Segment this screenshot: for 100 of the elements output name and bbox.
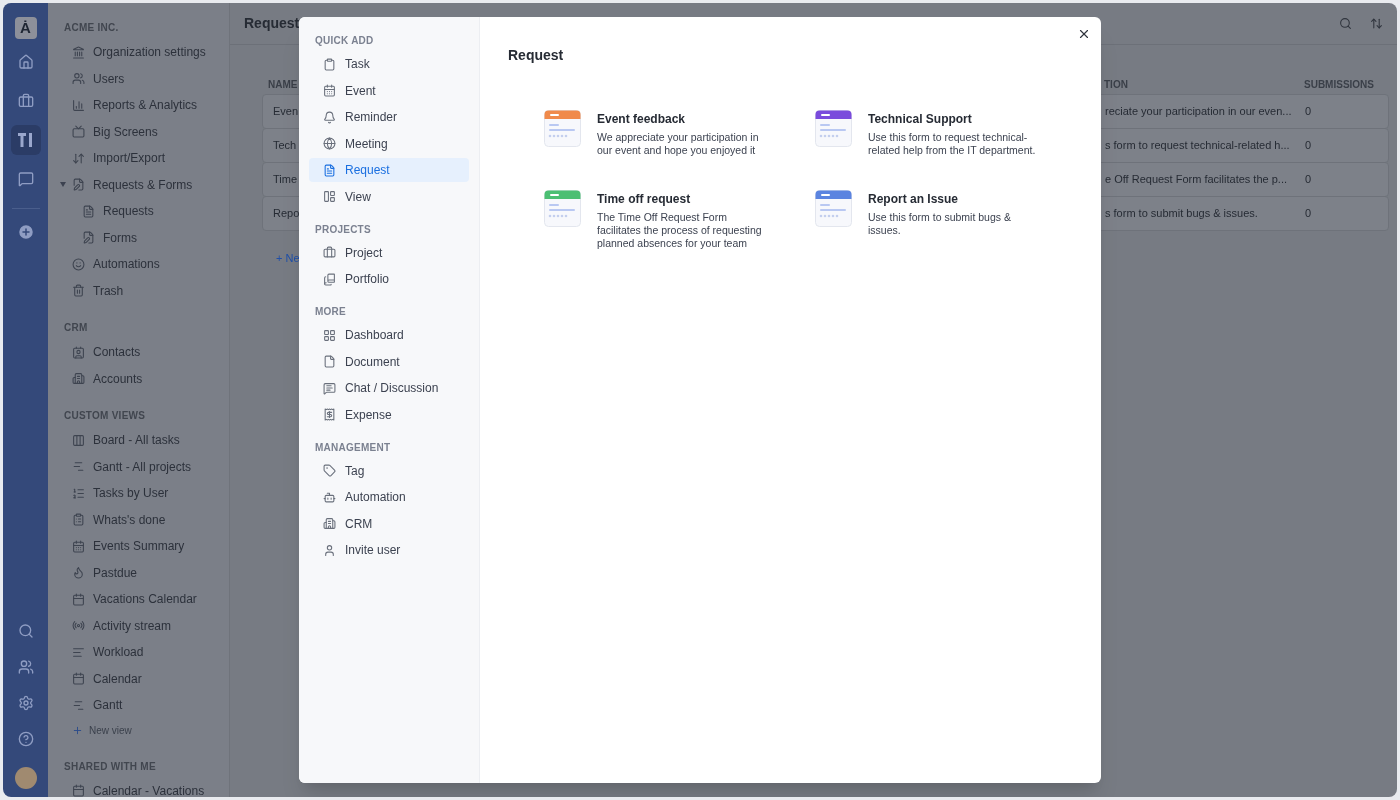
document-icon — [323, 355, 336, 368]
nav-item[interactable]: View — [309, 184, 469, 209]
nav-item[interactable]: Portfolio — [309, 267, 469, 291]
sidebar-item[interactable]: Users — [93, 69, 125, 88]
sidebar-item[interactable]: Vacations Calendar — [93, 590, 197, 609]
sidebar-item[interactable]: Forms — [103, 228, 137, 247]
sort-icon[interactable] — [1370, 17, 1383, 30]
sidebar-item[interactable]: Requests — [103, 202, 154, 221]
search-icon[interactable] — [1339, 17, 1352, 30]
calendar-icon — [72, 592, 85, 606]
nav-item[interactable]: Event — [309, 78, 469, 103]
form-icon — [82, 204, 95, 218]
expand-triangle-icon[interactable] — [60, 182, 66, 188]
nav-item[interactable]: Meeting — [309, 131, 469, 156]
calendar-icon — [72, 672, 85, 686]
new-view-link[interactable]: New view — [89, 723, 132, 738]
nav-section-heading: PROJECTS — [314, 222, 372, 237]
sidebar-item[interactable]: Gantt — [93, 696, 123, 715]
broadcast-icon — [72, 619, 85, 633]
board-icon — [72, 433, 85, 447]
nav-item[interactable]: Automation — [309, 485, 469, 509]
sidebar-item[interactable]: Pastdue — [93, 563, 138, 582]
sidebar-item[interactable]: Big Screens — [93, 122, 158, 141]
page-title: Request — [244, 14, 300, 33]
dialog-title: Request — [508, 46, 565, 65]
sidebar-item[interactable]: Workload — [93, 643, 144, 662]
sidebar-item[interactable]: Calendar - Vacations — [93, 781, 205, 797]
nav-section-heading: QUICK ADD — [314, 34, 375, 48]
nav-item[interactable]: Request — [309, 158, 469, 182]
column-header: TION — [1103, 77, 1129, 92]
sidebar-item[interactable]: Board - All tasks — [93, 431, 180, 450]
sidebar-item[interactable]: Accounts — [93, 369, 143, 388]
template-title: Event feedback — [597, 111, 687, 128]
receipt-icon — [323, 408, 336, 421]
search-icon[interactable] — [17, 623, 34, 639]
sidebar-item[interactable]: Contacts — [93, 343, 141, 362]
help-icon[interactable] — [17, 731, 34, 747]
nav-item[interactable]: Expense — [309, 402, 469, 427]
settings-icon[interactable] — [17, 695, 34, 711]
nav-item[interactable]: Task — [309, 52, 469, 76]
nav-item[interactable]: CRM — [309, 511, 469, 536]
sidebar-item[interactable]: Events Summary — [93, 537, 185, 556]
nav-item[interactable]: Chat / Discussion — [309, 376, 469, 400]
bank-icon — [72, 45, 85, 59]
grid-icon — [323, 328, 336, 342]
nav-item[interactable]: Dashboard — [309, 323, 469, 347]
layout-icon — [323, 190, 336, 203]
template-description: Use this form to request technical-related help from the IT department. — [868, 131, 1037, 157]
rail-tools-button[interactable] — [10, 125, 41, 155]
tv-icon — [72, 125, 85, 139]
nav-item[interactable]: Project — [309, 240, 469, 265]
sidebar-item[interactable]: Organization settings — [93, 43, 206, 62]
sidebar-item[interactable]: Requests & Forms — [93, 175, 193, 194]
table-cell-text: reciate your participation in our even... — [1104, 104, 1293, 120]
nav-item[interactable]: Invite user — [309, 538, 469, 562]
template-title: Time off request — [597, 191, 692, 208]
form-template[interactable]: Technical Support Use this form to request technical-related help from the IT department. — [815, 110, 1086, 166]
bell-icon — [323, 110, 336, 124]
home-icon — [17, 54, 34, 70]
close-icon — [1077, 27, 1091, 41]
sidebar-item[interactable]: Gantt - All projects — [93, 457, 192, 476]
table-cell-text: 0 — [1304, 206, 1313, 222]
arrows-icon — [72, 151, 85, 165]
edit-icon — [72, 178, 85, 192]
chat-icon — [17, 171, 34, 187]
sidebar-item[interactable]: Whats's done — [93, 510, 166, 529]
form-icon — [544, 110, 581, 147]
books-icon — [323, 272, 336, 286]
plus-icon — [72, 725, 83, 736]
sidebar-item[interactable]: Trash — [93, 281, 124, 300]
users-icon — [72, 72, 85, 86]
table-cell-text: Repo — [272, 206, 300, 222]
section-heading: ACME INC. — [64, 21, 120, 35]
avatar[interactable] — [14, 767, 37, 789]
nav-item[interactable]: Reminder — [309, 105, 469, 129]
section-heading: CRM — [64, 321, 89, 335]
calendar-icon — [72, 784, 85, 797]
nav-item[interactable]: Document — [309, 349, 469, 374]
template-title: Technical Support — [868, 111, 973, 128]
sidebar-item[interactable]: Automations — [93, 255, 160, 274]
sidebar-item[interactable]: Tasks by User — [93, 484, 169, 503]
sidebar-item[interactable]: Reports & Analytics — [93, 96, 198, 115]
form-icon — [815, 110, 852, 147]
add-icon[interactable] — [16, 223, 35, 241]
table-cell-text: s form to submit bugs & issues. — [1104, 206, 1259, 222]
users-icon[interactable] — [17, 659, 34, 675]
table-cell-text: Time — [272, 172, 298, 188]
sidebar-item[interactable]: Activity stream — [93, 616, 171, 635]
clipboard-icon — [72, 513, 85, 527]
new-form-link[interactable]: + Ne — [276, 252, 300, 264]
building-icon — [72, 372, 85, 386]
form-template[interactable]: Event feedback We appreciate your participation in our event and hope you enjoyed it — [544, 110, 815, 166]
smiley-icon — [72, 257, 85, 271]
contact-card-icon — [72, 345, 85, 359]
gantt-icon — [72, 460, 85, 474]
form-template[interactable]: Report an Issue Use this form to submit bugs & issues. — [815, 190, 1086, 246]
nav-item[interactable]: Tag — [309, 458, 469, 483]
logo[interactable]: Ȧ — [14, 17, 37, 39]
sidebar-item[interactable]: Calendar — [93, 669, 142, 688]
sidebar-item[interactable]: Import/Export — [93, 149, 166, 168]
